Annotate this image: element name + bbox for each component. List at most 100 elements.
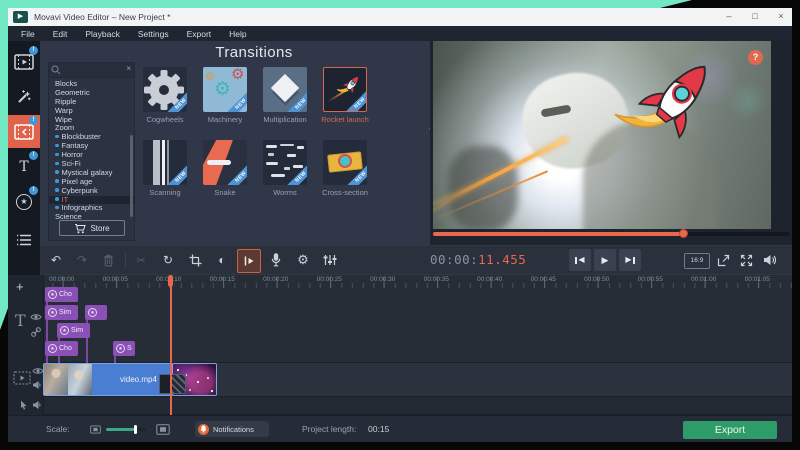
mute-icon[interactable] (32, 380, 42, 390)
sidebar-item-transitions[interactable]: ! (8, 115, 40, 148)
menu-item[interactable]: Export (178, 29, 221, 39)
multiplication-thumbnail: NEW (263, 67, 307, 112)
transition-tile-snake[interactable]: NEW Snake (203, 140, 251, 197)
transition-tile-worms[interactable]: NEW Worms (263, 140, 311, 197)
help-button[interactable]: ? (748, 50, 763, 65)
timeline-ruler[interactable]: 00:00:0000:00:0500:00:1000:00:1500:00:20… (35, 275, 784, 285)
aspect-ratio-button[interactable]: 16:9 (684, 253, 710, 269)
play-button[interactable]: ▶ (594, 249, 616, 271)
clip-stem (114, 356, 116, 363)
cursor-icon (20, 400, 28, 410)
maximize-button[interactable]: □ (744, 8, 766, 26)
applied-transition[interactable] (159, 374, 186, 394)
rocket-sticker (608, 46, 748, 156)
title-clip[interactable]: ★ Cho (45, 341, 78, 356)
ruler-label: 00:00:05 (89, 275, 143, 285)
toolbar: ↶ ↷ ✂ ↻ ◐ ⚙ 00:00:11.455 ◀ ▶ ▶ 16:9 (40, 245, 792, 275)
crop-button[interactable] (184, 249, 206, 271)
sidebar-item-media[interactable]: ! (8, 45, 40, 78)
scale-slider[interactable] (106, 428, 146, 431)
sidebar-item-stickers[interactable]: ★ ! (8, 185, 40, 218)
title-clip[interactable]: ★ S (113, 341, 135, 356)
speaker-icon (763, 254, 777, 266)
menu-item[interactable]: Playback (76, 29, 129, 39)
scale-slider-handle[interactable] (134, 425, 137, 434)
add-track-button[interactable]: + (16, 279, 24, 294)
sidebar-item-tracks[interactable] (8, 223, 40, 256)
cut-button[interactable]: ✂ (130, 249, 152, 271)
playhead[interactable] (170, 275, 172, 415)
title-clip[interactable]: ★ Cho (45, 287, 78, 302)
seek-bar[interactable] (433, 232, 790, 236)
tile-label: Cross-section (321, 188, 369, 197)
sidebar-item-titles[interactable]: T ! (8, 150, 40, 183)
delete-button[interactable] (97, 249, 119, 271)
properties-button[interactable] (319, 249, 341, 271)
transition-wizard-button[interactable] (237, 249, 261, 273)
search-input[interactable] (61, 64, 123, 77)
zoom-out-film-icon[interactable] (90, 425, 101, 434)
undock-icon (717, 254, 730, 267)
eye-icon[interactable] (30, 313, 42, 321)
transition-tile-cogwheels[interactable]: NEW Cogwheels (143, 67, 191, 124)
seek-handle[interactable] (679, 229, 688, 238)
star-icon: ★ (48, 344, 57, 353)
tile-label: Cogwheels (141, 115, 189, 124)
rotate-button[interactable]: ↻ (157, 249, 179, 271)
notification-badge: ! (29, 151, 38, 160)
fullscreen-button[interactable] (735, 249, 757, 271)
new-ribbon: NEW (165, 163, 187, 185)
menu-item[interactable]: File (12, 29, 44, 39)
title-clip[interactable]: ★ Sim (45, 305, 78, 320)
next-frame-button[interactable]: ▶ (619, 249, 641, 271)
menu-item[interactable]: Edit (44, 29, 77, 39)
title-clip[interactable]: ★ (85, 305, 107, 320)
ruler-label: 00:00:35 (410, 275, 464, 285)
rocket-launch-thumbnail: NEW (323, 67, 367, 112)
transition-tile-rocket-launch[interactable]: NEW Rocket launch (323, 67, 371, 124)
notifications-button[interactable]: Notifications (195, 421, 269, 437)
close-button[interactable]: × (770, 8, 792, 26)
undock-player-button[interactable] (712, 249, 734, 271)
transition-tile-machinery[interactable]: ⚙ ⚙ ⚙ NEW Machinery (203, 67, 251, 124)
transition-clip-icon (14, 124, 34, 140)
status-bar: Scale: Notifications Project length: 00:… (8, 415, 792, 442)
new-dot-icon (55, 135, 59, 139)
menu-item[interactable]: Help (220, 29, 255, 39)
export-button[interactable]: Export (683, 421, 777, 439)
transition-tile-scanning[interactable]: NEW Scanning (143, 140, 191, 197)
new-dot-icon (55, 153, 59, 157)
record-voice-button[interactable] (265, 249, 287, 271)
new-ribbon: NEW (345, 163, 367, 185)
tile-label: Machinery (201, 115, 249, 124)
transition-tile-cross-section[interactable]: NEW Cross-section (323, 140, 371, 197)
audio-track[interactable] (44, 397, 792, 414)
magic-wand-icon (16, 89, 32, 105)
mute-icon[interactable] (32, 400, 42, 410)
ruler-label: 00:00:30 (356, 275, 410, 285)
minimize-button[interactable]: – (718, 8, 740, 26)
redo-button[interactable]: ↷ (71, 249, 93, 271)
video-clip[interactable]: video.mp4 (43, 363, 173, 396)
title-clip[interactable]: ★ Sim (57, 323, 90, 338)
previous-frame-button[interactable]: ◀ (569, 249, 591, 271)
color-adjust-button[interactable]: ◐ (211, 249, 233, 271)
link-icon[interactable] (31, 327, 41, 337)
playhead-handle[interactable] (168, 275, 173, 287)
ruler-label: 00:00:20 (249, 275, 303, 285)
sidebar-item-filters[interactable] (8, 80, 40, 113)
menu-item[interactable]: Settings (129, 29, 178, 39)
settings-button[interactable]: ⚙ (292, 249, 314, 271)
search-close-icon[interactable]: × (126, 64, 131, 73)
new-ribbon: NEW (225, 163, 247, 185)
category-scrollbar[interactable] (130, 135, 133, 217)
volume-button[interactable] (759, 249, 781, 271)
category-list: Blocks Geometric Ripple Warp Wipe Zoom B… (49, 80, 134, 222)
transition-tile-multiplication[interactable]: NEW Multiplication (263, 67, 311, 124)
timecode-value: 11.455 (478, 252, 526, 267)
notification-badge: ! (29, 46, 38, 55)
zoom-in-film-icon[interactable] (156, 424, 170, 435)
undo-button[interactable]: ↶ (45, 249, 67, 271)
filmstrip-play-icon (14, 54, 34, 70)
store-button[interactable]: Store (59, 220, 125, 236)
